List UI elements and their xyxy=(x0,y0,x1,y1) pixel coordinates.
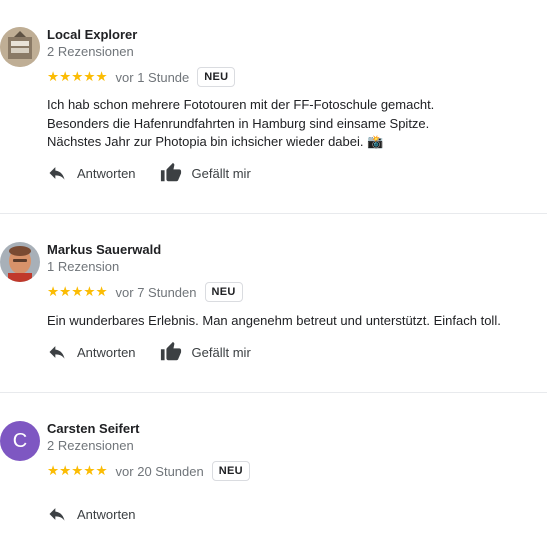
avatar[interactable] xyxy=(0,242,40,282)
reply-button[interactable]: Antworten xyxy=(47,163,136,183)
star-icon: ★ xyxy=(83,69,96,84)
star-icon: ★ xyxy=(59,463,72,478)
star-icon: ★ xyxy=(59,284,72,299)
avatar-letter: C xyxy=(12,429,28,452)
review-count: 1 Rezension xyxy=(47,259,120,274)
new-badge: NEU xyxy=(211,461,250,481)
review-text-line: Besonders die Hafenrundfahrten in Hambur… xyxy=(47,115,430,131)
review-meta: ★ ★ ★ ★ ★ vor 20 Stunden NEU xyxy=(47,460,250,482)
review-text-line: Ein wunderbares Erlebnis. Man angenehm b… xyxy=(47,313,501,328)
star-rating: ★ ★ ★ ★ ★ xyxy=(47,70,108,84)
star-rating: ★ ★ ★ ★ ★ xyxy=(47,464,108,478)
thumbs-up-icon xyxy=(160,341,182,363)
review-time: vor 20 Stunden xyxy=(115,463,204,479)
reply-icon xyxy=(47,504,67,524)
new-badge: NEU xyxy=(204,282,243,302)
like-button[interactable]: Gefällt mir xyxy=(160,341,251,363)
reviewer-name[interactable]: Local Explorer xyxy=(47,27,137,42)
star-icon: ★ xyxy=(47,69,60,84)
star-icon: ★ xyxy=(59,69,72,84)
star-rating: ★ ★ ★ ★ ★ xyxy=(47,285,108,299)
thumbs-up-icon xyxy=(160,162,182,184)
like-button[interactable]: Gefällt mir xyxy=(160,162,251,184)
star-icon: ★ xyxy=(71,463,84,478)
review-text-line: Nächstes Jahr zur Photopia bin ichsicher… xyxy=(47,134,384,149)
star-icon: ★ xyxy=(95,463,108,478)
review-text: Ich hab schon mehrere Fototouren mit der… xyxy=(47,96,527,152)
avatar[interactable]: C xyxy=(0,421,40,461)
star-icon: ★ xyxy=(47,284,60,299)
reply-icon xyxy=(47,342,67,362)
star-icon: ★ xyxy=(95,284,108,299)
review-actions: Antworten xyxy=(47,504,160,524)
star-icon: ★ xyxy=(71,284,84,299)
avatar[interactable] xyxy=(0,27,40,67)
review-count: 2 Rezensionen xyxy=(47,44,134,59)
reply-icon xyxy=(47,163,67,183)
review-text: Ein wunderbares Erlebnis. Man angenehm b… xyxy=(47,312,527,331)
reply-button[interactable]: Antworten xyxy=(47,504,136,524)
star-icon: ★ xyxy=(47,463,60,478)
divider xyxy=(0,392,547,393)
reviewer-name[interactable]: Markus Sauerwald xyxy=(47,242,161,257)
review-actions: Antworten Gefällt mir xyxy=(47,162,275,184)
review-count: 2 Rezensionen xyxy=(47,438,134,453)
review-text-line: Ich hab schon mehrere Fototouren mit der… xyxy=(47,97,435,112)
camera-flash-emoji: 📸 xyxy=(367,134,384,149)
reply-button[interactable]: Antworten xyxy=(47,342,136,362)
divider xyxy=(0,213,547,214)
review-actions: Antworten Gefällt mir xyxy=(47,341,275,363)
star-icon: ★ xyxy=(83,284,96,299)
star-icon: ★ xyxy=(83,463,96,478)
star-icon: ★ xyxy=(95,69,108,84)
star-icon: ★ xyxy=(71,69,84,84)
reviewer-name[interactable]: Carsten Seifert xyxy=(47,421,139,436)
review-time: vor 7 Stunden xyxy=(115,284,197,300)
new-badge: NEU xyxy=(197,67,236,87)
review-meta: ★ ★ ★ ★ ★ vor 1 Stunde NEU xyxy=(47,66,236,88)
review-time: vor 1 Stunde xyxy=(115,69,190,85)
review-meta: ★ ★ ★ ★ ★ vor 7 Stunden NEU xyxy=(47,281,243,303)
